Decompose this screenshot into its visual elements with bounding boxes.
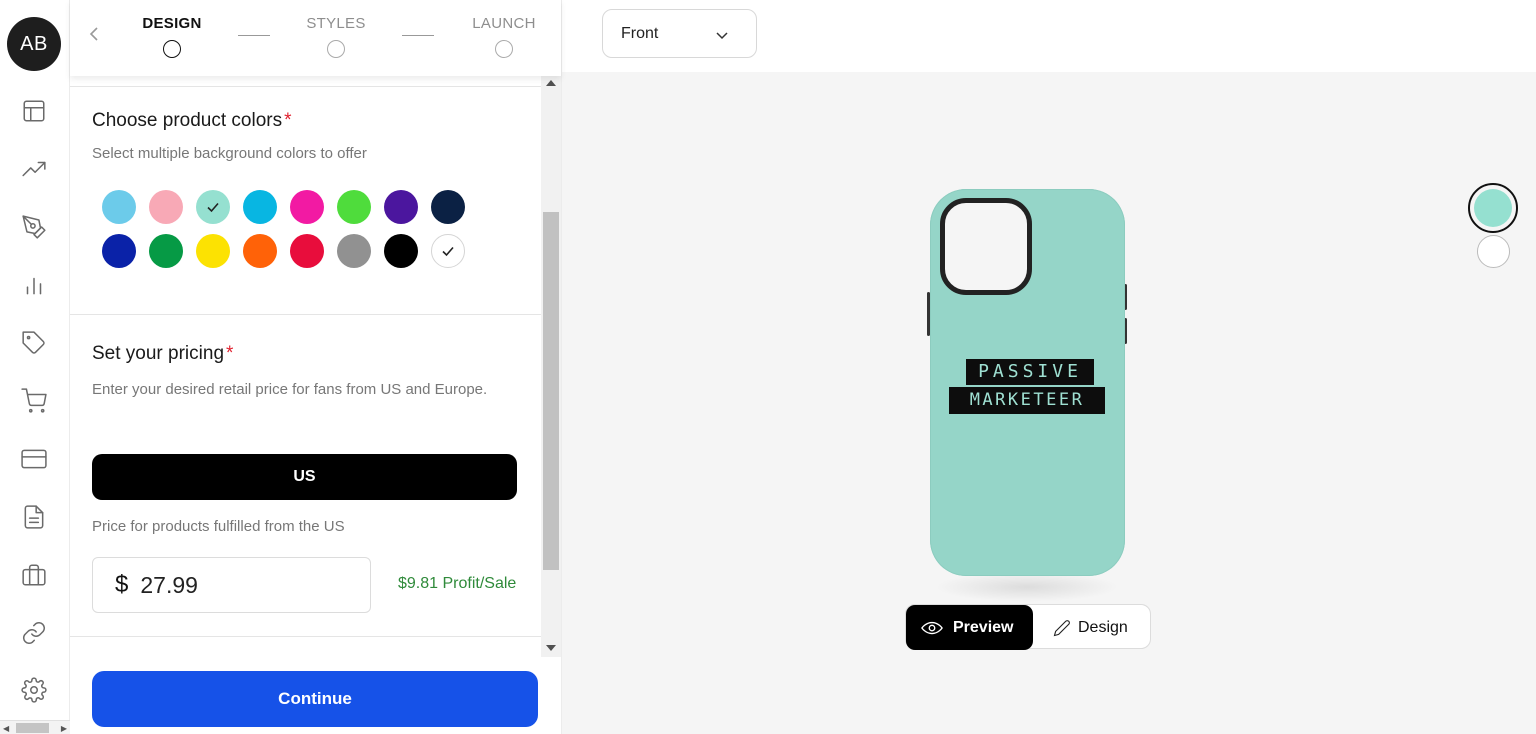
avatar[interactable]: AB — [7, 17, 61, 71]
divider — [70, 86, 541, 87]
step-design[interactable]: DESIGN — [142, 15, 202, 58]
checkmark-icon — [207, 202, 219, 213]
step-label: STYLES — [306, 15, 366, 32]
pen-tool-icon[interactable] — [19, 212, 49, 242]
settings-icon[interactable] — [19, 675, 49, 705]
step-indicator — [163, 40, 181, 58]
color-swatch[interactable] — [384, 234, 418, 268]
eye-icon — [921, 621, 943, 634]
currency-symbol: $ — [115, 571, 129, 598]
color-swatch[interactable] — [196, 234, 230, 268]
horizontal-scrollbar[interactable]: ◀ ▶ — [0, 720, 70, 734]
canvas-toolbar: Front — [562, 0, 1536, 72]
link-icon[interactable] — [19, 618, 49, 648]
settings-panel: Choose product colors * Select multiple b… — [70, 76, 561, 657]
scrollbar-thumb[interactable] — [16, 723, 49, 733]
step-indicator — [327, 40, 345, 58]
pencil-icon — [1053, 619, 1070, 636]
scroll-down-arrow-icon[interactable] — [546, 645, 556, 651]
region-caption: Price for products fulfilled from the US — [92, 518, 345, 535]
color-swatch[interactable] — [384, 190, 418, 224]
vertical-scrollbar[interactable] — [541, 76, 561, 657]
step-label: LAUNCH — [472, 15, 536, 32]
design-toggle-button[interactable]: Design — [1033, 605, 1152, 650]
nav-rail: AB ◀ ▶ — [0, 0, 70, 734]
divider — [70, 636, 541, 637]
color-swatch[interactable] — [149, 190, 183, 224]
profit-label: $9.81 Profit/Sale — [398, 575, 517, 592]
phone-case: PASSIVE MARKETEER — [930, 189, 1125, 576]
preview-canvas: Front PASSIVE MARKETEER Preview Design — [561, 0, 1536, 734]
step-connector — [402, 35, 434, 36]
app-root: AB ◀ ▶ DESIGN STYLES LAUNCH Choose produ… — [0, 0, 1536, 734]
view-select-value: Front — [621, 24, 659, 42]
color-swatch[interactable] — [337, 234, 371, 268]
preview-toggle-button[interactable]: Preview — [906, 605, 1033, 650]
color-swatch[interactable] — [196, 190, 230, 224]
preview-color-option-selected[interactable] — [1468, 183, 1518, 233]
preview-color-swatch — [1474, 189, 1512, 227]
region-us-button[interactable]: US — [92, 454, 517, 500]
chevron-down-icon — [716, 32, 728, 40]
print-text-line: MARKETEER — [949, 387, 1105, 414]
pricing-section-title: Set your pricing * — [92, 343, 234, 364]
back-chevron-icon[interactable] — [88, 24, 104, 48]
color-swatch[interactable] — [243, 234, 277, 268]
step-indicator — [495, 40, 513, 58]
color-swatch[interactable] — [337, 190, 371, 224]
stepper-header: DESIGN STYLES LAUNCH — [70, 0, 561, 76]
scroll-left-arrow-icon[interactable]: ◀ — [3, 724, 9, 733]
print-text-line: PASSIVE — [966, 359, 1094, 385]
bar-chart-icon[interactable] — [19, 270, 49, 300]
camera-cutout — [940, 198, 1032, 295]
view-select[interactable]: Front — [602, 9, 757, 58]
color-swatch[interactable] — [290, 234, 324, 268]
price-input[interactable]: $ 27.99 — [92, 557, 371, 613]
scroll-right-arrow-icon[interactable]: ▶ — [61, 724, 67, 733]
colors-section-title: Choose product colors * — [92, 110, 292, 131]
color-swatch[interactable] — [290, 190, 324, 224]
document-icon[interactable] — [19, 502, 49, 532]
layout-icon[interactable] — [19, 96, 49, 126]
trending-icon[interactable] — [19, 154, 49, 184]
design-toggle-label: Design — [1078, 618, 1128, 636]
color-swatch[interactable] — [431, 234, 465, 268]
divider — [70, 314, 541, 315]
scrollbar-thumb[interactable] — [543, 212, 559, 570]
scroll-up-arrow-icon[interactable] — [546, 80, 556, 86]
tag-icon[interactable] — [19, 328, 49, 358]
step-styles[interactable]: STYLES — [304, 15, 368, 58]
credit-card-icon[interactable] — [19, 444, 49, 474]
product-mockup: PASSIVE MARKETEER — [927, 186, 1127, 606]
color-swatch[interactable] — [102, 234, 136, 268]
preview-color-option-white[interactable] — [1477, 235, 1510, 268]
step-connector — [238, 35, 270, 36]
preview-toggle-label: Preview — [953, 618, 1014, 636]
colors-section-subtitle: Select multiple background colors to off… — [92, 145, 367, 162]
continue-button[interactable]: Continue — [92, 671, 538, 727]
color-swatch[interactable] — [243, 190, 277, 224]
mockup-shadow — [935, 572, 1119, 602]
preview-design-toggle: Preview Design — [905, 604, 1152, 650]
step-label: DESIGN — [142, 15, 202, 32]
cart-icon[interactable] — [19, 386, 49, 416]
checkmark-icon — [442, 246, 454, 257]
color-swatch[interactable] — [102, 190, 136, 224]
price-value[interactable]: 27.99 — [140, 572, 198, 599]
color-swatch[interactable] — [149, 234, 183, 268]
step-launch[interactable]: LAUNCH — [468, 15, 540, 58]
pricing-section-subtitle: Enter your desired retail price for fans… — [92, 381, 488, 398]
color-swatch[interactable] — [431, 190, 465, 224]
briefcase-icon[interactable] — [19, 560, 49, 590]
panel-footer: Continue — [70, 657, 561, 734]
